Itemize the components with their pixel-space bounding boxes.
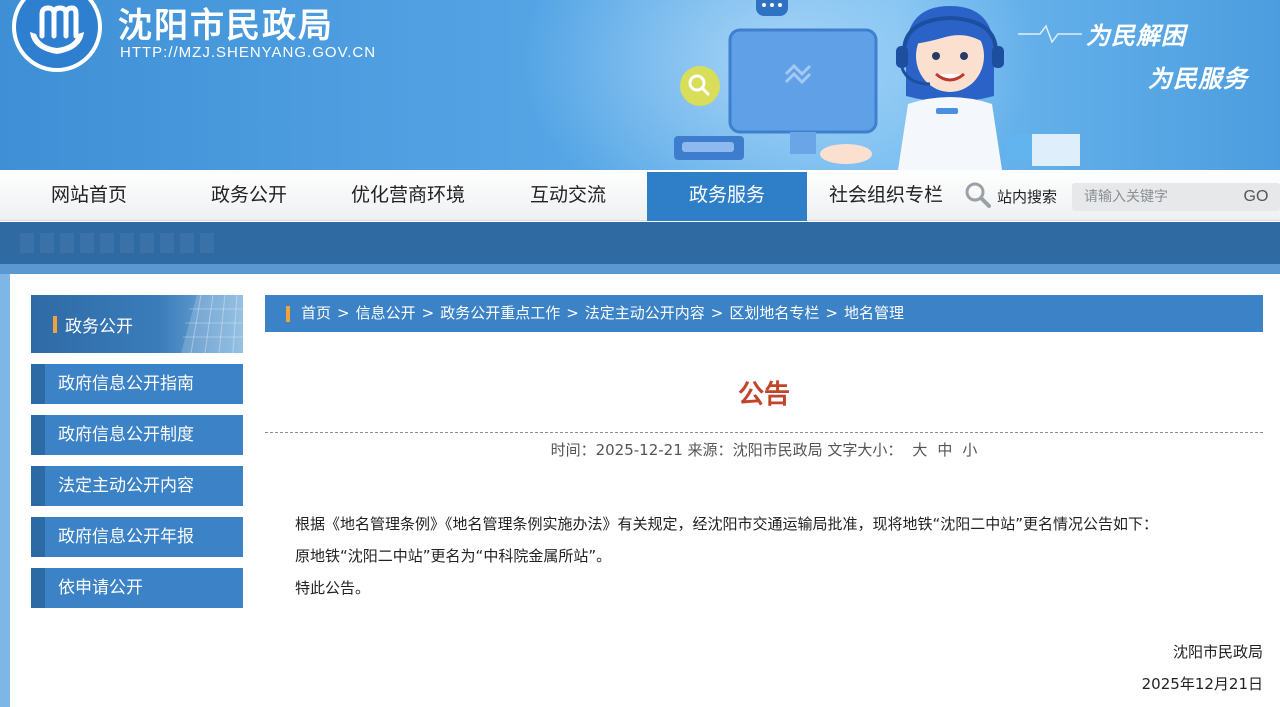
- breadcrumb-separator: >: [710, 304, 724, 322]
- site-search-label: 站内搜索: [997, 188, 1058, 206]
- breadcrumb-key-work[interactable]: 政务公开重点工作: [440, 304, 560, 322]
- source-label: 来源：: [687, 441, 733, 459]
- article-title: 公告: [737, 380, 790, 410]
- time-label: 时间：: [550, 441, 596, 459]
- hands-logo-icon[interactable]: [12, 0, 102, 72]
- nav-item-interaction[interactable]: 互动交流: [488, 170, 648, 221]
- article-signature: 沈阳市民政局: [1172, 643, 1263, 661]
- article-date: 2025年12月21日: [1141, 675, 1263, 693]
- breadcrumb-home[interactable]: 首页: [301, 304, 331, 322]
- pulse-line-icon: [1018, 24, 1082, 44]
- sub-banner-strip: [0, 222, 1280, 264]
- article-paragraph: 特此公告。: [295, 579, 371, 597]
- sidebar-item-statutory-content[interactable]: 法定主动公开内容: [31, 466, 243, 506]
- sidebar-item-disclosure-guide[interactable]: 政府信息公开指南: [31, 364, 243, 404]
- breadcrumb-separator: >: [566, 304, 579, 322]
- site-url: HTTP://MZJ.SHENYANG.GOV.CN: [120, 44, 377, 61]
- building-graphic: [181, 295, 243, 353]
- source-value: 沈阳市民政局: [732, 441, 823, 459]
- nav-item-business-env[interactable]: 优化营商环境: [328, 170, 488, 221]
- font-size-label: 文字大小：: [827, 441, 903, 459]
- nav-item-gov-services[interactable]: 政务服务: [647, 172, 807, 221]
- header-banner: 沈阳市民政局 HTTP://MZJ.SHENYANG.GOV.CN 为民解困 为…: [0, 0, 1280, 170]
- site-name: 沈阳市民政局: [118, 6, 334, 46]
- font-size-medium[interactable]: 中: [937, 441, 952, 459]
- breadcrumb-division-names[interactable]: 区划地名专栏: [729, 304, 819, 322]
- font-size-small[interactable]: 小: [962, 441, 977, 459]
- breadcrumb: 首页 > 信息公开 > 政务公开重点工作 > 法定主动公开内容 > 区划地名专栏 > 地名管理: [265, 295, 1263, 332]
- breadcrumb-statutory-content[interactable]: 法定主动公开内容: [585, 304, 705, 322]
- sidebar-heading: 政务公开: [31, 295, 243, 353]
- magnifier-icon[interactable]: [964, 181, 992, 209]
- breadcrumb-place-names[interactable]: 地名管理: [844, 304, 904, 322]
- sidebar-heading-label: 政务公开: [65, 317, 133, 337]
- publish-date: 2025-12-21: [595, 441, 683, 459]
- customer-service-illustration: [660, 0, 1080, 170]
- sub-banner-strip-light: [0, 264, 1280, 274]
- breadcrumb-separator: >: [337, 304, 350, 322]
- search-go-button[interactable]: GO: [1236, 186, 1276, 208]
- slogan-2: 为民服务: [1148, 65, 1248, 93]
- nav-item-gov-affairs[interactable]: 政务公开: [170, 170, 328, 221]
- nav-item-home[interactable]: 网站首页: [8, 170, 170, 221]
- article-paragraph: 原地铁“沈阳二中站”更名为“中科院金属所站”。: [295, 547, 612, 565]
- slogan-1: 为民解困: [1086, 22, 1186, 50]
- divider: [265, 432, 1263, 433]
- article-paragraph: 根据《地名管理条例》《地名管理条例实施办法》有关规定，经沈阳市交通运输局批准，现…: [295, 515, 1159, 533]
- sidebar-item-annual-report[interactable]: 政府信息公开年报: [31, 517, 243, 557]
- nav-item-social-orgs[interactable]: 社会组织专栏: [807, 170, 965, 221]
- accent-bar: [53, 316, 57, 333]
- article-meta: 时间：2025-12-21 来源：沈阳市民政局 文字大小： 大中小: [265, 439, 1263, 460]
- sidebar-item-on-request[interactable]: 依申请公开: [31, 568, 243, 608]
- strip-decoration: [20, 233, 220, 253]
- breadcrumb-separator: >: [825, 304, 838, 322]
- font-size-large[interactable]: 大: [912, 441, 927, 459]
- breadcrumb-separator: >: [421, 304, 435, 322]
- accent-bar: [286, 306, 290, 322]
- sidebar-item-disclosure-system[interactable]: 政府信息公开制度: [31, 415, 243, 455]
- breadcrumb-info-disclosure[interactable]: 信息公开: [356, 304, 416, 322]
- page-frame-left: [0, 274, 10, 707]
